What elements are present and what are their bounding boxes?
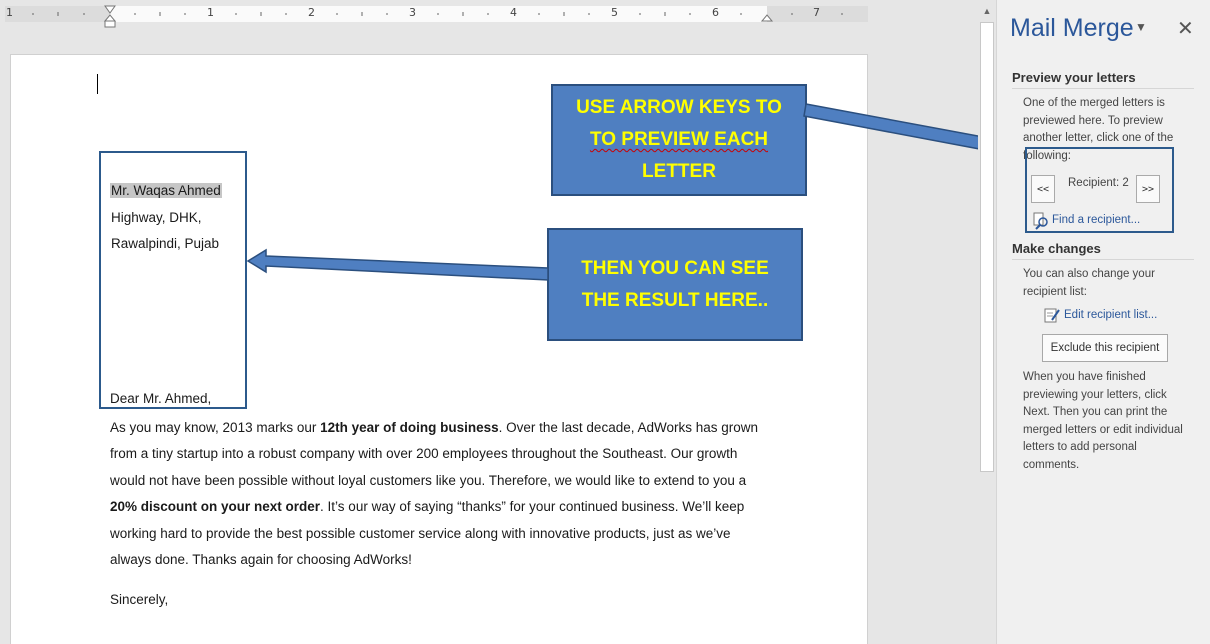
ruler-number: 1	[207, 6, 214, 19]
mail-merge-pane: Mail Merge ▼ ✕ Preview your letters One …	[996, 0, 1210, 644]
scroll-thumb[interactable]	[980, 22, 994, 472]
vertical-scrollbar[interactable]: ▲	[978, 0, 996, 644]
section-divider	[1012, 259, 1194, 260]
first-line-indent-marker	[104, 5, 116, 14]
text-cursor	[97, 74, 98, 94]
scroll-up-arrow-icon[interactable]: ▲	[980, 4, 994, 18]
address-highlight-box	[99, 151, 247, 409]
callout-line: USE ARROW KEYS TO	[576, 97, 782, 118]
body-text: As you may know, 2013 marks our	[110, 420, 321, 435]
exclude-recipient-button[interactable]: Exclude this recipient	[1042, 334, 1168, 362]
ruler-number: 2	[308, 6, 315, 19]
pane-options-dropdown-icon[interactable]: ▼	[1135, 20, 1147, 34]
letter-body[interactable]: As you may know, 2013 marks our 12th yea…	[110, 415, 775, 573]
changes-heading: Make changes	[1012, 241, 1101, 256]
left-indent-marker	[104, 20, 116, 28]
navigation-highlight-box	[1025, 147, 1174, 233]
horizontal-ruler[interactable]: 1 1 2 3 4 5 6 7	[0, 0, 868, 28]
ruler-ticks	[32, 5, 843, 28]
hanging-indent-marker	[103, 14, 117, 22]
callout-see-result: THEN YOU CAN SEE THE RESULT HERE..	[547, 228, 803, 341]
callout-line: THEN YOU CAN SEE	[581, 257, 769, 279]
ruler-number: 1	[6, 6, 13, 19]
close-icon[interactable]: ✕	[1177, 16, 1194, 41]
ruler-number: 3	[409, 6, 416, 19]
body-bold-text: 12th year of doing business	[320, 420, 499, 435]
changes-description: You can also change your recipient list:	[1023, 268, 1155, 298]
ruler-number: 4	[510, 6, 517, 19]
callout-line: THE RESULT HERE..	[581, 289, 769, 311]
finish-description: When you have finished previewing your l…	[1023, 371, 1183, 471]
edit-recipient-list-link[interactable]: Edit recipient list...	[1064, 309, 1157, 321]
ruler-number: 6	[712, 6, 719, 19]
callout-preview-letters: USE ARROW KEYS TO TO PREVIEW EACH LETTER	[551, 84, 807, 196]
section-divider	[1012, 88, 1194, 89]
edit-list-icon	[1044, 308, 1060, 323]
ruler-number: 7	[813, 6, 820, 19]
closing: Sincerely,	[110, 592, 169, 607]
right-indent-marker	[760, 14, 774, 22]
preview-heading: Preview your letters	[1012, 70, 1136, 85]
callout-line: LETTER	[642, 161, 716, 182]
pane-title: Mail Merge	[1010, 14, 1134, 42]
body-bold-text: 20% discount on your next order	[110, 499, 321, 515]
callout-line: TO PREVIEW EACH	[589, 129, 769, 150]
ruler-number: 5	[611, 6, 618, 19]
